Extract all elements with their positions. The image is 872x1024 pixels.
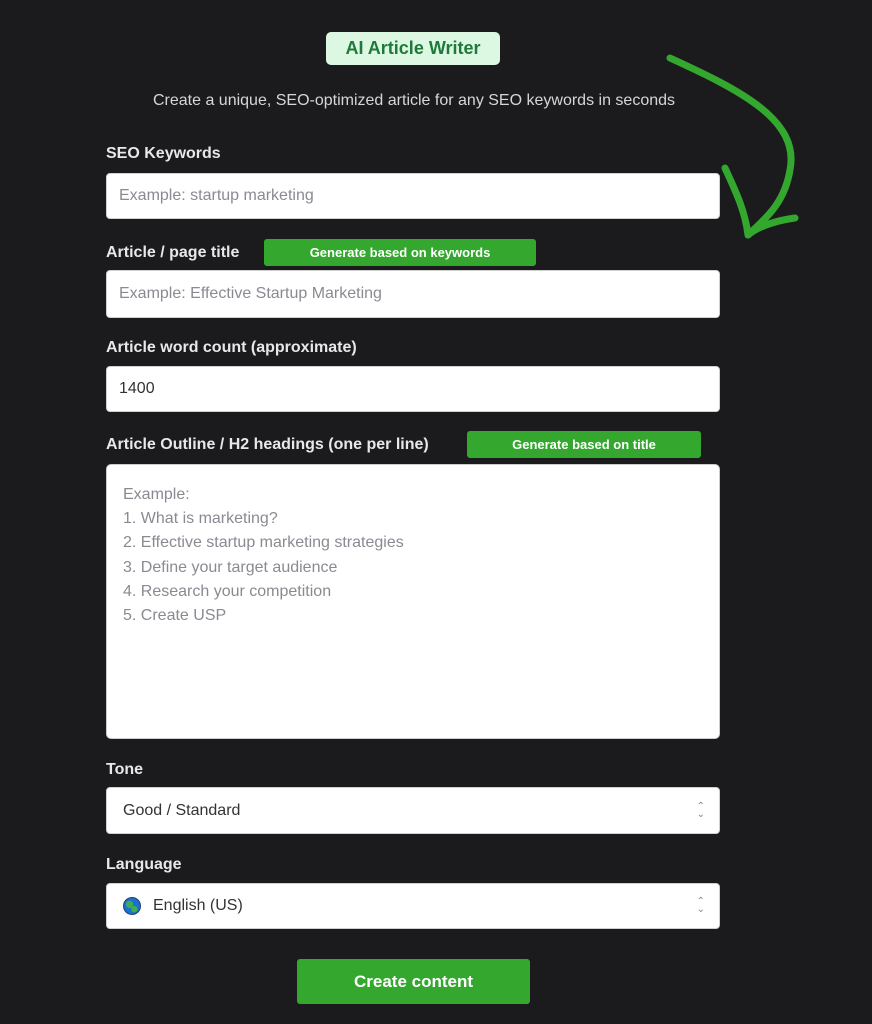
seo-keywords-input[interactable]: Example: startup marketing <box>106 173 720 219</box>
language-selected-value: English (US) <box>153 897 243 914</box>
language-label: Language <box>106 856 182 873</box>
outline-placeholder-line: 5. Create USP <box>123 607 227 625</box>
outline-placeholder-line: 3. Define your target audience <box>123 558 338 576</box>
outline-placeholder-line: 1. What is marketing? <box>123 510 278 528</box>
article-title-input[interactable]: Example: Effective Startup Marketing <box>106 270 720 318</box>
article-title-placeholder: Example: Effective Startup Marketing <box>119 285 382 302</box>
select-chevron-icon: ⌃ ⌄ <box>696 800 705 820</box>
article-title-label: Article / page title <box>106 244 240 261</box>
outline-placeholder-line: 2. Effective startup marketing strategie… <box>123 534 404 552</box>
tone-select[interactable]: Good / Standard ⌃ ⌄ <box>106 787 720 834</box>
create-content-button[interactable]: Create content <box>297 959 530 1004</box>
app-title-badge: AI Article Writer <box>326 32 500 65</box>
generate-outline-button[interactable]: Generate based on title <box>467 431 701 458</box>
tone-selected-value: Good / Standard <box>123 801 241 819</box>
outline-placeholder-line: 4. Research your competition <box>123 582 332 600</box>
seo-keywords-placeholder: Example: startup marketing <box>119 187 314 204</box>
select-chevron-icon: ⌃ ⌄ <box>696 896 705 915</box>
globe-icon <box>123 897 141 915</box>
tone-label: Tone <box>106 761 144 778</box>
outline-label: Article Outline / H2 headings (one per l… <box>106 436 429 453</box>
word-count-value: 1400 <box>119 380 155 397</box>
language-select[interactable]: English (US) ⌃ ⌄ <box>106 883 720 929</box>
outline-textarea[interactable]: Example: 1. What is marketing? 2. Effect… <box>106 464 720 739</box>
word-count-label: Article word count (approximate) <box>106 339 357 356</box>
word-count-input[interactable]: 1400 <box>106 366 720 412</box>
outline-placeholder-line: Example: <box>123 486 190 503</box>
arrow-decoration-icon <box>666 54 799 239</box>
generate-title-button[interactable]: Generate based on keywords <box>264 239 536 266</box>
seo-keywords-label: SEO Keywords <box>106 145 221 162</box>
